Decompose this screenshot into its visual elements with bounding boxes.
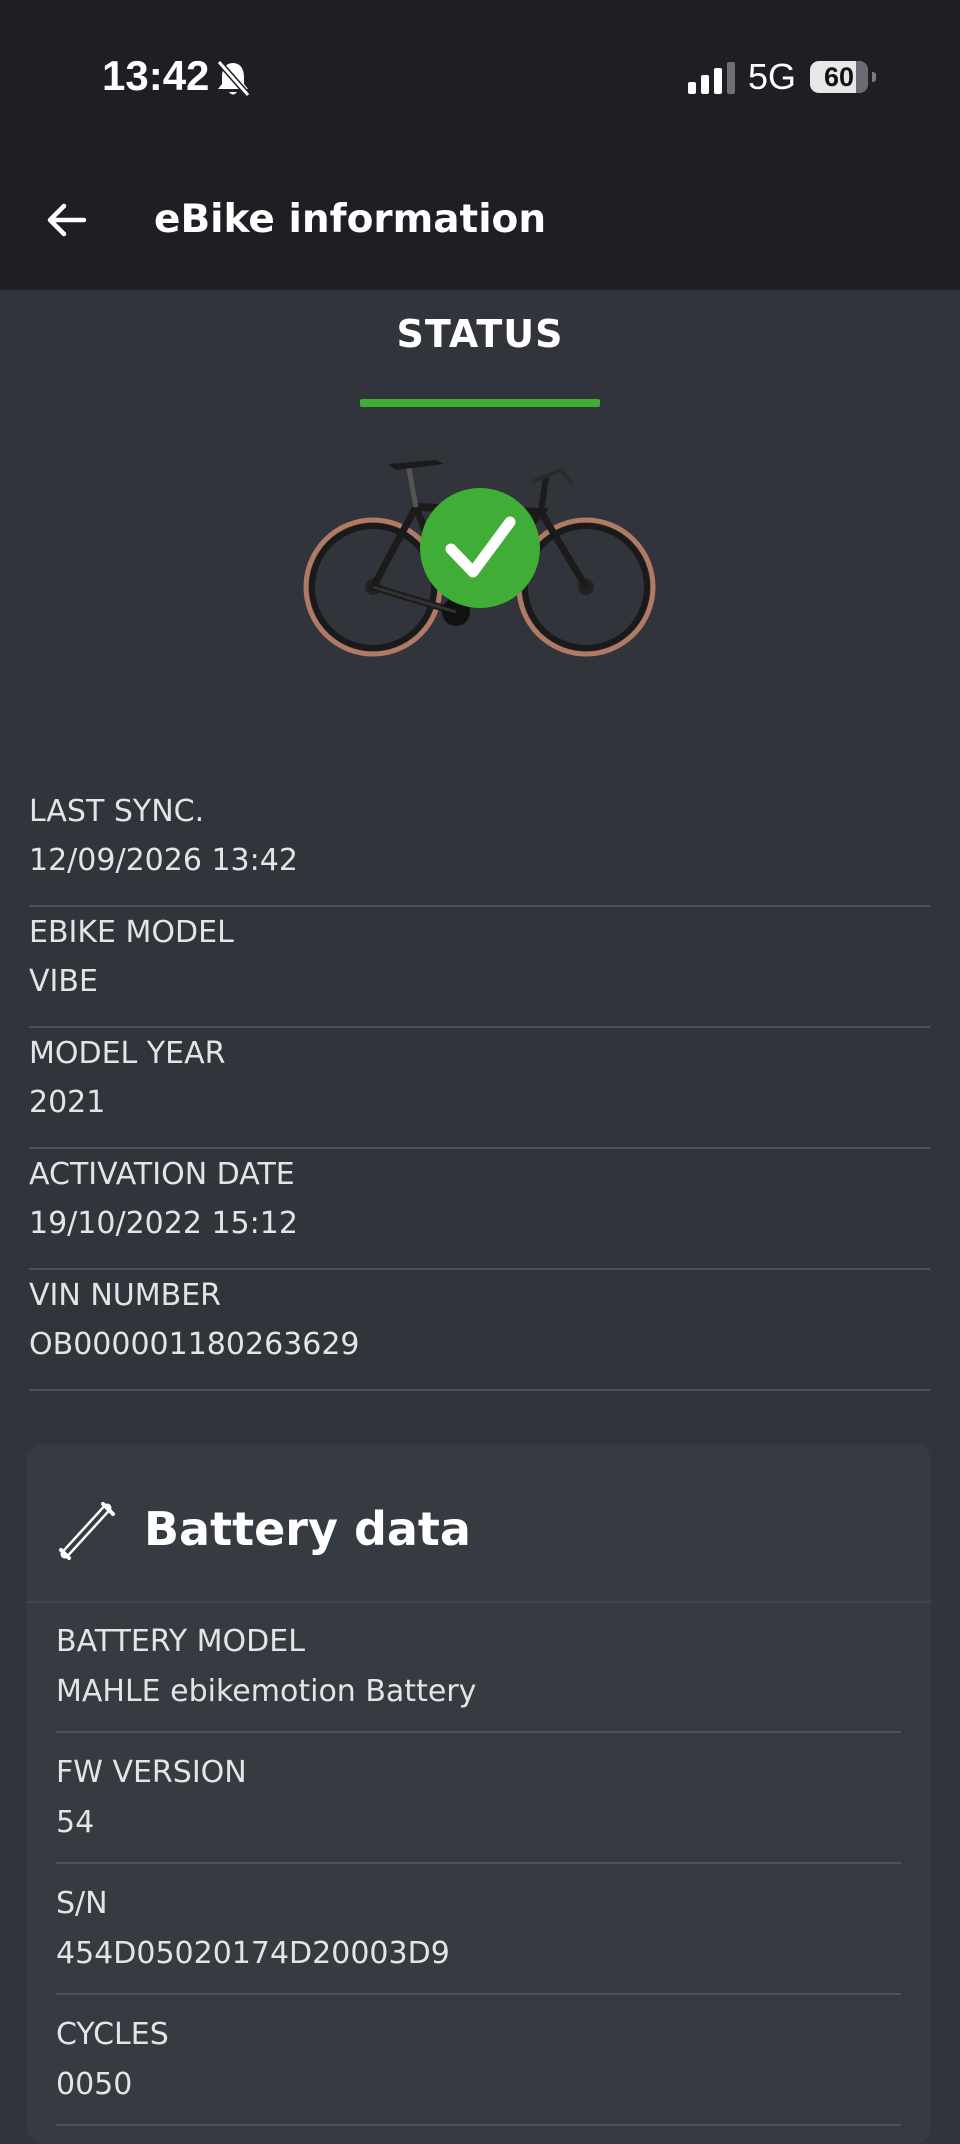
battery-info-list: BATTERY MODEL MAHLE ebikemotion Battery … bbox=[56, 1602, 901, 2126]
info-value: 12/09/2026 13:42 bbox=[29, 843, 298, 878]
battery-card-title: Battery data bbox=[144, 1502, 471, 1556]
tab-status[interactable]: STATUS bbox=[360, 312, 600, 356]
battery-card-header: Battery data bbox=[27, 1444, 931, 1603]
check-circle-icon bbox=[420, 488, 540, 608]
page-title: eBike information bbox=[154, 197, 547, 242]
battery-row-cycles: CYCLES 0050 bbox=[56, 1995, 901, 2126]
cellular-signal-icon bbox=[688, 62, 735, 94]
info-value: 19/10/2022 15:12 bbox=[29, 1206, 298, 1241]
info-row-activation-date: ACTIVATION DATE 19/10/2022 15:12 bbox=[29, 1149, 930, 1270]
info-value: VIBE bbox=[29, 964, 98, 999]
info-row-vin-number: VIN NUMBER OB000001180263629 bbox=[29, 1270, 930, 1391]
info-value: 454D05020174D20003D9 bbox=[56, 1936, 450, 1971]
info-row-last-sync: LAST SYNC. 12/09/2026 13:42 bbox=[29, 786, 930, 907]
tab-active-indicator bbox=[360, 399, 600, 407]
battery-row-model: BATTERY MODEL MAHLE ebikemotion Battery bbox=[56, 1602, 901, 1733]
battery-row-fw-version: FW VERSION 54 bbox=[56, 1733, 901, 1864]
arrow-left-icon[interactable] bbox=[44, 198, 88, 242]
bell-slash-icon bbox=[216, 60, 251, 97]
info-label: EBIKE MODEL bbox=[29, 915, 234, 950]
info-row-ebike-model: EBIKE MODEL VIBE bbox=[29, 907, 930, 1028]
ebike-info-list: LAST SYNC. 12/09/2026 13:42 EBIKE MODEL … bbox=[29, 786, 930, 1391]
battery-row-serial: S/N 454D05020174D20003D9 bbox=[56, 1864, 901, 1995]
info-label: ACTIVATION DATE bbox=[29, 1157, 295, 1192]
info-label: LAST SYNC. bbox=[29, 794, 205, 829]
info-label: S/N bbox=[56, 1886, 108, 1921]
status-time: 13:42 bbox=[102, 52, 210, 99]
battery-icon: 60 bbox=[810, 61, 876, 93]
info-label: BATTERY MODEL bbox=[56, 1624, 305, 1659]
bike-status-image bbox=[303, 460, 656, 657]
app-bar: eBike information bbox=[0, 150, 960, 290]
info-value: 0050 bbox=[56, 2067, 133, 2102]
info-value: 2021 bbox=[29, 1085, 106, 1120]
info-label: MODEL YEAR bbox=[29, 1036, 226, 1071]
info-value: 54 bbox=[56, 1805, 95, 1840]
info-label: FW VERSION bbox=[56, 1755, 247, 1790]
info-label: VIN NUMBER bbox=[29, 1278, 222, 1313]
info-value: OB000001180263629 bbox=[29, 1327, 360, 1362]
info-row-model-year: MODEL YEAR 2021 bbox=[29, 1028, 930, 1149]
status-bar: 13:42 5G 60 bbox=[0, 0, 960, 150]
info-value: MAHLE ebikemotion Battery bbox=[56, 1674, 477, 1709]
info-label: CYCLES bbox=[56, 2017, 169, 2052]
battery-data-card: Battery data BATTERY MODEL MAHLE ebikemo… bbox=[27, 1444, 931, 2144]
battery-level: 60 bbox=[823, 62, 855, 92]
network-type: 5G bbox=[748, 56, 797, 97]
battery-tube-icon bbox=[59, 1502, 115, 1560]
